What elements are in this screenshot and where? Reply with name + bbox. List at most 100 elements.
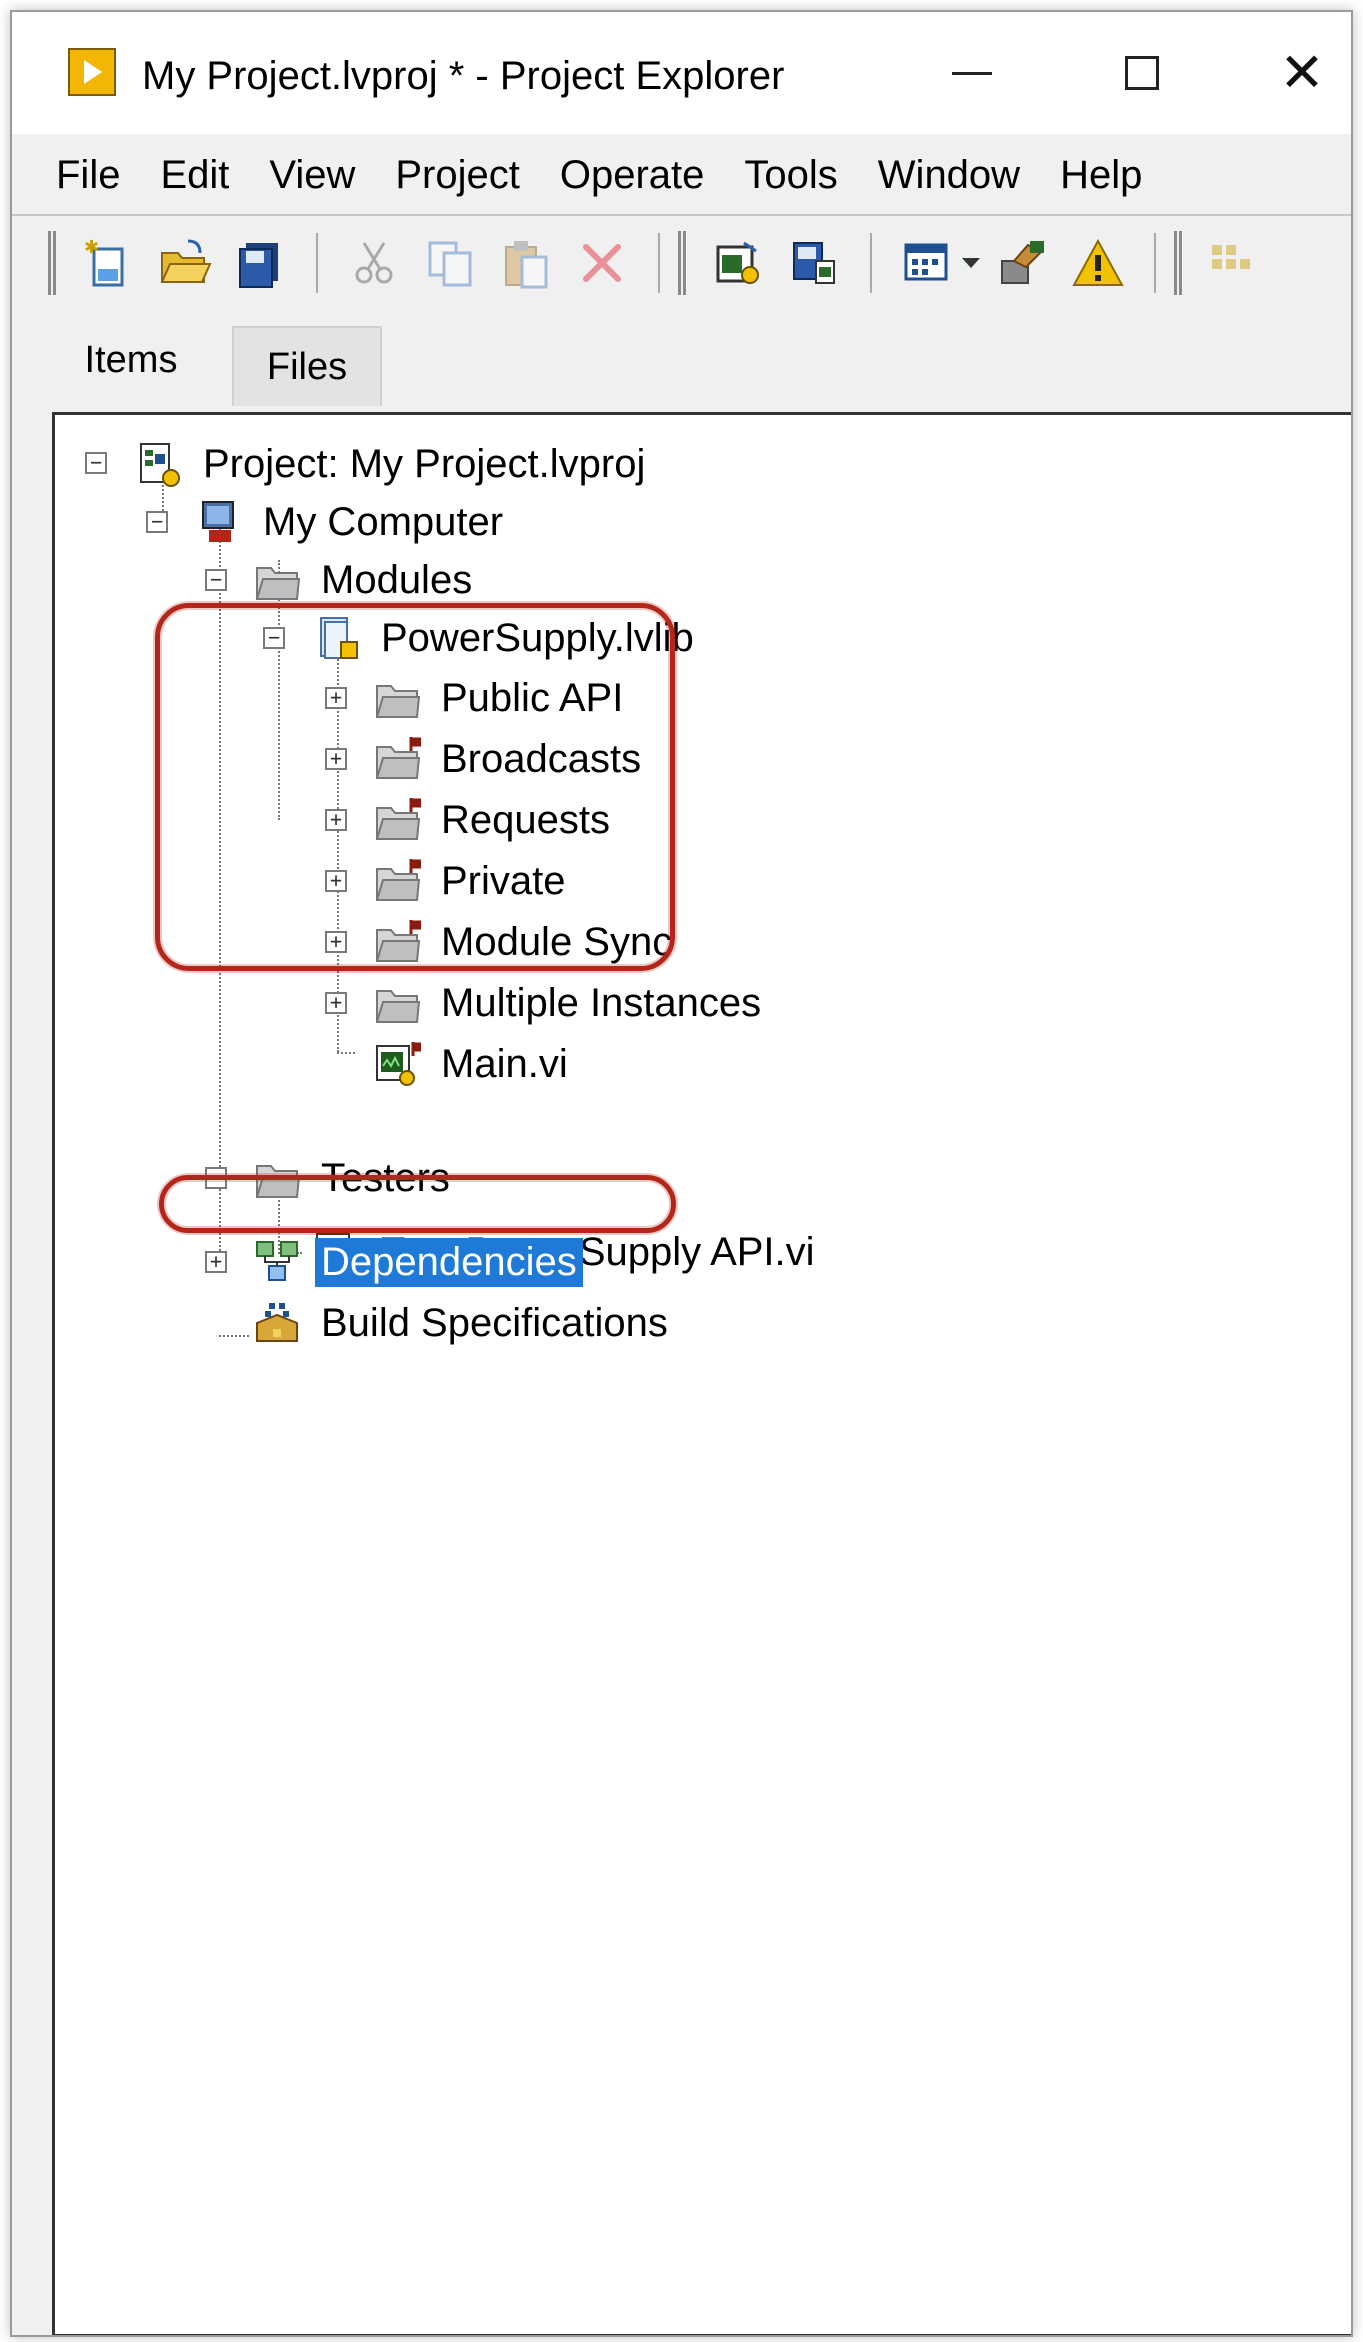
toolbar-separator <box>870 233 872 293</box>
tree-item-public-api[interactable]: Public API <box>373 668 629 728</box>
expand-toggle[interactable]: + <box>325 748 347 770</box>
svg-text:✱: ✱ <box>84 237 99 258</box>
expand-toggle[interactable]: + <box>325 992 347 1014</box>
view-options-icon[interactable] <box>900 235 956 291</box>
tree-item-powersupply-lib[interactable]: PowerSupply.lvlib <box>313 608 700 668</box>
tab-files[interactable]: Files <box>232 326 382 406</box>
private-folder-icon <box>375 920 421 962</box>
menu-file[interactable]: File <box>12 153 140 198</box>
my-computer-label: My Computer <box>263 499 504 544</box>
powersupply-lib-label: PowerSupply.lvlib <box>381 615 694 660</box>
menu-window[interactable]: Window <box>858 153 1040 198</box>
vi-properties-icon[interactable] <box>710 235 766 291</box>
project-icon <box>140 443 180 487</box>
menu-view[interactable]: View <box>249 153 375 198</box>
tree-connector <box>219 517 221 1267</box>
menu-help[interactable]: Help <box>1040 153 1162 198</box>
paste-icon[interactable] <box>498 235 554 291</box>
library-icon <box>320 617 358 659</box>
collapse-toggle[interactable]: − <box>85 452 107 474</box>
modules-label: Modules <box>321 557 473 602</box>
chevron-down-icon[interactable] <box>962 258 980 268</box>
tree-item-broadcasts[interactable]: Broadcasts <box>373 729 647 789</box>
toolbar-separator <box>658 233 660 293</box>
toolbar-separator <box>1154 233 1156 293</box>
tree-item-testers[interactable]: Testers <box>253 1148 456 1208</box>
tree-item-multiple-instances[interactable]: Multiple Instances <box>373 973 767 1033</box>
vi-icon <box>376 1042 421 1086</box>
expand-toggle[interactable]: + <box>325 931 347 953</box>
build-specs-label: Build Specifications <box>321 1300 668 1345</box>
expand-toggle[interactable]: + <box>325 809 347 831</box>
labview-icon <box>68 48 116 96</box>
minimize-icon <box>952 71 992 75</box>
expand-toggle[interactable]: + <box>325 870 347 892</box>
tab-strip: Items Files <box>12 312 1351 408</box>
module-sync-label: Module Sync <box>441 919 673 964</box>
save-icon[interactable] <box>786 235 842 291</box>
close-button[interactable]: ✕ <box>1242 30 1351 116</box>
multiple-instances-label: Multiple Instances <box>441 980 762 1025</box>
computer-icon <box>202 501 234 542</box>
collapse-toggle[interactable]: − <box>146 511 168 533</box>
menu-bar: File Edit View Project Operate Tools Win… <box>12 136 1351 214</box>
window-title: My Project.lvproj * - Project Explorer <box>142 54 785 98</box>
toolbar-separator <box>316 233 318 293</box>
tree-item-module-sync[interactable]: Module Sync <box>373 912 678 972</box>
deploy-icon[interactable] <box>994 235 1050 291</box>
private-label: Private <box>441 858 566 903</box>
title-bar[interactable]: My Project.lvproj * - Project Explorer ✕ <box>12 12 1351 134</box>
delete-icon[interactable] <box>574 235 630 291</box>
project-explorer-window: My Project.lvproj * - Project Explorer ✕… <box>10 10 1353 2337</box>
main-vi-label: Main.vi <box>441 1041 568 1086</box>
collapse-toggle[interactable]: − <box>263 627 285 649</box>
project-label: Project: My Project.lvproj <box>203 441 646 486</box>
tab-items[interactable]: Items <box>36 318 226 402</box>
minimize-button[interactable] <box>912 30 1032 116</box>
build-specifications-icon <box>256 1303 298 1342</box>
menu-divider <box>12 214 1351 216</box>
tree-item-private[interactable]: Private <box>373 851 572 911</box>
build-icon[interactable] <box>1206 235 1262 291</box>
toolbar-grip[interactable] <box>48 231 56 295</box>
tree-item-build-specs[interactable]: Build Specifications <box>253 1293 674 1353</box>
menu-edit[interactable]: Edit <box>140 153 249 198</box>
dependencies-label: Dependencies <box>315 1237 583 1287</box>
tree-connector <box>219 1335 249 1337</box>
open-icon[interactable] <box>156 235 212 291</box>
warning-icon[interactable] <box>1070 235 1126 291</box>
tree-item-project[interactable]: Project: My Project.lvproj <box>135 434 651 494</box>
tree-item-dependencies[interactable]: Dependencies <box>253 1232 583 1292</box>
tree-item-main-vi[interactable]: Main.vi <box>373 1034 574 1094</box>
maximize-icon <box>1125 56 1159 90</box>
menu-operate[interactable]: Operate <box>540 153 725 198</box>
menu-tools[interactable]: Tools <box>724 153 857 198</box>
collapse-toggle[interactable]: − <box>205 569 227 591</box>
expand-toggle[interactable]: + <box>325 687 347 709</box>
tree-item-my-computer[interactable]: My Computer <box>195 492 509 552</box>
private-folder-icon <box>375 859 421 901</box>
tree-item-requests[interactable]: Requests <box>373 790 616 850</box>
tree-connector <box>337 1052 355 1054</box>
toolbar-grip[interactable] <box>1174 231 1182 295</box>
save-all-icon[interactable] <box>232 235 288 291</box>
project-tree[interactable]: − Project: My Project.lvproj − My Comput… <box>52 412 1351 2335</box>
dependencies-icon <box>256 1241 298 1281</box>
new-icon[interactable]: ✱ <box>80 235 136 291</box>
folder-icon <box>375 990 421 1023</box>
close-icon: ✕ <box>1279 43 1325 103</box>
toolbar-grip[interactable] <box>678 231 686 295</box>
expand-toggle[interactable]: + <box>205 1251 227 1273</box>
menu-project[interactable]: Project <box>375 153 540 198</box>
cut-icon[interactable] <box>346 235 402 291</box>
folder-icon <box>375 685 421 718</box>
toolbar: ✱ <box>12 218 1351 308</box>
tree-item-modules[interactable]: Modules <box>253 550 478 610</box>
private-folder-icon <box>375 798 421 840</box>
public-api-label: Public API <box>441 675 624 720</box>
requests-label: Requests <box>441 797 610 842</box>
collapse-toggle[interactable]: − <box>205 1167 227 1189</box>
maximize-button[interactable] <box>1082 30 1202 116</box>
folder-icon <box>255 567 301 600</box>
copy-icon[interactable] <box>422 235 478 291</box>
